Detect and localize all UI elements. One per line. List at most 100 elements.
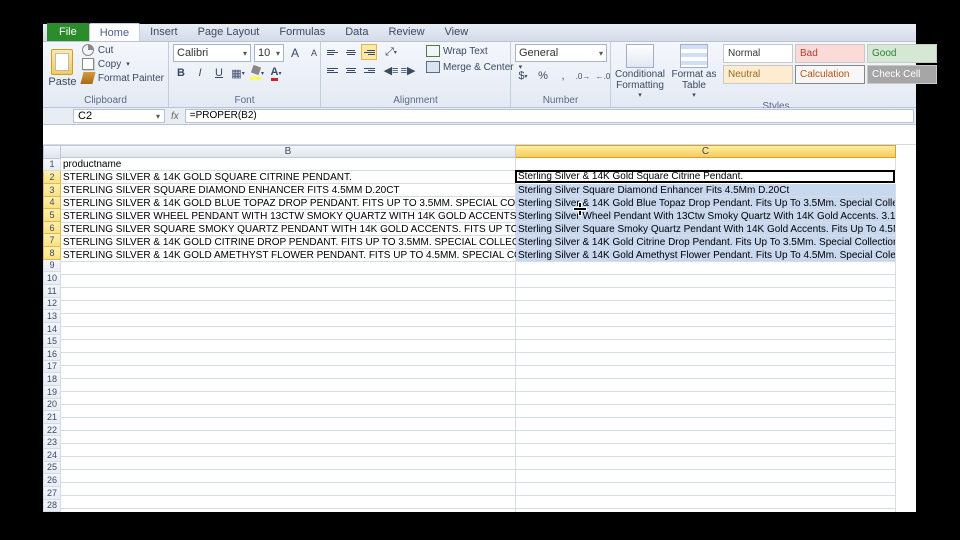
cell-b25[interactable] bbox=[61, 470, 516, 483]
row-header-4[interactable]: 4 bbox=[43, 197, 61, 210]
row-header-26[interactable]: 26 bbox=[43, 474, 61, 487]
percent-button[interactable]: % bbox=[535, 68, 551, 84]
cell-c16[interactable] bbox=[516, 353, 896, 366]
grid[interactable]: 1234567891011121314151617181920212223242… bbox=[43, 145, 916, 512]
cell-c20[interactable] bbox=[516, 405, 896, 418]
cell-b12[interactable] bbox=[61, 301, 516, 314]
cell-b17[interactable] bbox=[61, 366, 516, 379]
cell-c28[interactable] bbox=[516, 509, 896, 512]
cell-b2[interactable]: STERLING SILVER & 14K GOLD SQUARE CITRIN… bbox=[61, 171, 516, 184]
font-color-button[interactable]: A▾ bbox=[268, 65, 284, 81]
cell-c22[interactable] bbox=[516, 431, 896, 444]
cell-c15[interactable] bbox=[516, 340, 896, 353]
cell-c10[interactable] bbox=[516, 275, 896, 288]
cell-c27[interactable] bbox=[516, 496, 896, 509]
cut-button[interactable]: Cut bbox=[82, 44, 164, 56]
merge-center-button[interactable]: Merge & Center▾ bbox=[424, 60, 524, 74]
cell-b1[interactable]: productname bbox=[61, 158, 516, 171]
name-box[interactable]: C2▾ bbox=[73, 109, 165, 123]
row-header-17[interactable]: 17 bbox=[43, 361, 61, 374]
cell-b10[interactable] bbox=[61, 275, 516, 288]
bold-button[interactable]: B bbox=[173, 65, 189, 81]
style-good[interactable]: Good bbox=[867, 44, 937, 63]
cell-c26[interactable] bbox=[516, 483, 896, 496]
select-all-corner[interactable] bbox=[43, 145, 61, 159]
increase-indent[interactable]: ≡▶ bbox=[400, 62, 416, 78]
row-header-23[interactable]: 23 bbox=[43, 436, 61, 449]
border-button[interactable]: ▦▾ bbox=[230, 65, 246, 81]
underline-button[interactable]: U bbox=[211, 65, 227, 81]
cell-b23[interactable] bbox=[61, 444, 516, 457]
cell-c18[interactable] bbox=[516, 379, 896, 392]
row-header-12[interactable]: 12 bbox=[43, 298, 61, 311]
tab-insert[interactable]: Insert bbox=[140, 23, 188, 41]
decrease-indent[interactable]: ◀≡ bbox=[383, 62, 399, 78]
row-header-11[interactable]: 11 bbox=[43, 285, 61, 298]
cell-b9[interactable] bbox=[61, 262, 516, 275]
cell-c17[interactable] bbox=[516, 366, 896, 379]
row-header-22[interactable]: 22 bbox=[43, 424, 61, 437]
cell-c5[interactable]: Sterling Silver Wheel Pendant With 13Ctw… bbox=[516, 210, 896, 223]
cell-b15[interactable] bbox=[61, 340, 516, 353]
align-top-right[interactable] bbox=[361, 44, 377, 60]
cell-b24[interactable] bbox=[61, 457, 516, 470]
tab-home[interactable]: Home bbox=[89, 23, 140, 41]
paste-button[interactable]: Paste bbox=[47, 44, 78, 92]
row-header-24[interactable]: 24 bbox=[43, 449, 61, 462]
align-center[interactable] bbox=[343, 62, 359, 78]
grow-font-button[interactable]: A bbox=[287, 45, 303, 61]
col-header-c[interactable]: C bbox=[516, 145, 896, 158]
tab-page-layout[interactable]: Page Layout bbox=[188, 23, 270, 41]
style-neutral[interactable]: Neutral bbox=[723, 65, 793, 84]
cell-b13[interactable] bbox=[61, 314, 516, 327]
increase-decimal[interactable]: .0→ bbox=[575, 68, 591, 84]
cell-b6[interactable]: STERLING SILVER SQUARE SMOKY QUARTZ PEND… bbox=[61, 223, 516, 236]
row-header-8[interactable]: 8 bbox=[43, 247, 61, 260]
style-calculation[interactable]: Calculation bbox=[795, 65, 865, 84]
cell-c19[interactable] bbox=[516, 392, 896, 405]
comma-button[interactable]: , bbox=[555, 68, 571, 84]
cell-c9[interactable] bbox=[516, 262, 896, 275]
style-check-cell[interactable]: Check Cell bbox=[867, 65, 937, 84]
row-header-28[interactable]: 28 bbox=[43, 500, 61, 513]
cell-b7[interactable]: STERLING SILVER & 14K GOLD CITRINE DROP … bbox=[61, 236, 516, 249]
style-normal[interactable]: Normal bbox=[723, 44, 793, 63]
cell-b22[interactable] bbox=[61, 431, 516, 444]
cell-b21[interactable] bbox=[61, 418, 516, 431]
copy-button[interactable]: Copy▾ bbox=[82, 58, 164, 70]
row-header-19[interactable]: 19 bbox=[43, 386, 61, 399]
cell-b20[interactable] bbox=[61, 405, 516, 418]
style-bad[interactable]: Bad bbox=[795, 44, 865, 63]
row-header-5[interactable]: 5 bbox=[43, 209, 61, 222]
cell-b11[interactable] bbox=[61, 288, 516, 301]
cell-c3[interactable]: Sterling Silver Square Diamond Enhancer … bbox=[516, 184, 896, 197]
row-header-14[interactable]: 14 bbox=[43, 323, 61, 336]
number-format-combo[interactable]: General▾ bbox=[515, 44, 607, 62]
format-as-table-button[interactable]: Format as Table▾ bbox=[669, 44, 719, 100]
row-header-20[interactable]: 20 bbox=[43, 399, 61, 412]
row-header-15[interactable]: 15 bbox=[43, 335, 61, 348]
cells-area[interactable]: productnameSTERLING SILVER & 14K GOLD SQ… bbox=[61, 158, 916, 512]
conditional-formatting-button[interactable]: Conditional Formatting▾ bbox=[615, 44, 665, 100]
row-header-25[interactable]: 25 bbox=[43, 462, 61, 475]
tab-formulas[interactable]: Formulas bbox=[269, 23, 335, 41]
shrink-font-button[interactable]: A bbox=[306, 45, 322, 61]
cell-c12[interactable] bbox=[516, 301, 896, 314]
cell-b28[interactable] bbox=[61, 509, 516, 512]
cell-b19[interactable] bbox=[61, 392, 516, 405]
cell-b18[interactable] bbox=[61, 379, 516, 392]
cell-c14[interactable] bbox=[516, 327, 896, 340]
row-header-13[interactable]: 13 bbox=[43, 310, 61, 323]
cell-b4[interactable]: STERLING SILVER & 14K GOLD BLUE TOPAZ DR… bbox=[61, 197, 516, 210]
row-header-27[interactable]: 27 bbox=[43, 487, 61, 500]
tab-review[interactable]: Review bbox=[378, 23, 434, 41]
row-header-3[interactable]: 3 bbox=[43, 184, 61, 197]
cell-b16[interactable] bbox=[61, 353, 516, 366]
font-size-combo[interactable]: 10▾ bbox=[254, 44, 284, 62]
currency-button[interactable]: $▾ bbox=[515, 68, 531, 84]
file-tab[interactable]: File bbox=[47, 23, 89, 41]
align-right[interactable] bbox=[361, 62, 377, 78]
row-header-6[interactable]: 6 bbox=[43, 222, 61, 235]
row-header-21[interactable]: 21 bbox=[43, 411, 61, 424]
cell-c24[interactable] bbox=[516, 457, 896, 470]
